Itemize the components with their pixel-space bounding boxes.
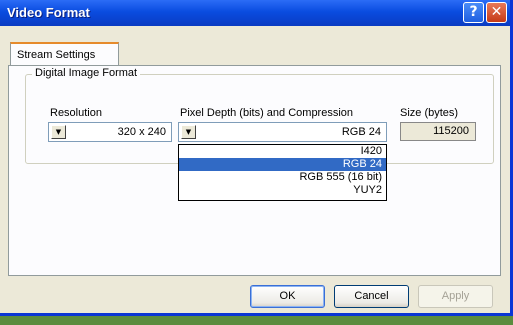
chevron-down-icon[interactable]: ▼ (181, 125, 196, 139)
resolution-combo[interactable]: ▼ 320 x 240 (48, 122, 172, 142)
chevron-down-icon[interactable]: ▼ (51, 125, 66, 139)
size-label: Size (bytes) (400, 107, 459, 119)
size-value: 115200 (400, 122, 476, 141)
resolution-value: 320 x 240 (117, 126, 166, 138)
resolution-label: Resolution (50, 107, 102, 119)
ok-button[interactable]: OK (250, 285, 325, 308)
tab-stream-settings[interactable]: Stream Settings (10, 42, 119, 66)
cancel-button[interactable]: Cancel (334, 285, 409, 308)
pixel-depth-dropdown-list[interactable]: I420 RGB 24 RGB 555 (16 bit) YUY2 (178, 144, 387, 201)
dropdown-option[interactable]: YUY2 (179, 184, 386, 197)
close-button[interactable]: ✕ (486, 2, 507, 23)
video-format-dialog: Video Format ? ✕ Stream Settings Digital… (0, 0, 513, 316)
title-bar[interactable]: Video Format ? ✕ (0, 0, 510, 26)
dropdown-option-selected[interactable]: RGB 24 (179, 158, 386, 171)
pixel-depth-label: Pixel Depth (bits) and Compression (180, 107, 354, 119)
apply-button[interactable]: Apply (418, 285, 493, 308)
dropdown-option[interactable]: I420 (179, 145, 386, 158)
pixel-depth-combo[interactable]: ▼ RGB 24 (178, 122, 387, 142)
group-legend: Digital Image Format (32, 67, 141, 79)
dropdown-option[interactable]: RGB 555 (16 bit) (179, 171, 386, 184)
help-button[interactable]: ? (463, 2, 484, 23)
window-title: Video Format (7, 5, 90, 20)
pixel-depth-value: RGB 24 (341, 126, 381, 138)
